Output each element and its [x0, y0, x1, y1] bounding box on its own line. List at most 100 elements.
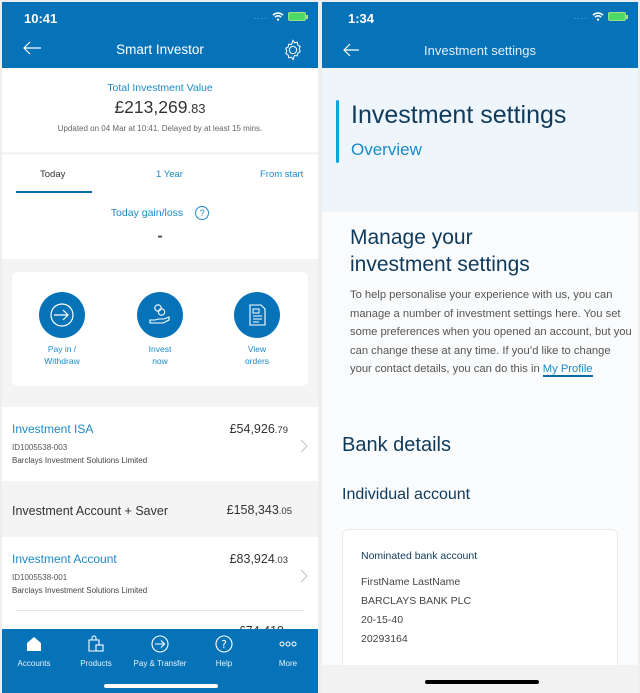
balance-pence: .79: [274, 425, 288, 436]
battery-charging-icon: [608, 12, 628, 21]
nominated-bank-card: Nominated bank account FirstName LastNam…: [342, 529, 618, 679]
chevron-right-icon: [300, 569, 308, 583]
hero-title: Investment settings: [351, 101, 567, 129]
arrow-circle-right-icon: [151, 635, 169, 653]
performance-panel: Today 1 Year From start Today gain/loss?…: [2, 155, 318, 259]
tab-from-start[interactable]: From start: [260, 169, 303, 180]
shopping-bag-icon: [88, 635, 104, 652]
balance-pounds: £54,926: [229, 422, 275, 436]
chevron-right-icon: [300, 439, 308, 453]
hero-banner: Investment settings Overview: [322, 68, 638, 212]
active-tab-indicator: [16, 191, 92, 193]
tabbar-label: Products: [80, 659, 112, 668]
updated-timestamp: Updated on 04 Mar at 10:41. Delayed by a…: [57, 124, 263, 133]
svg-text:?: ?: [221, 638, 227, 651]
group-balance: £158,343.05: [227, 503, 292, 517]
manage-heading: Manage your investment settings: [350, 224, 530, 278]
action-label-line2: orders: [244, 356, 270, 366]
balance-pounds: £158,343: [226, 503, 279, 517]
page-title: Smart Investor: [116, 42, 204, 57]
tabbar-label: Pay & Transfer: [133, 659, 187, 668]
top-bar: 1:34 .... Investment settings: [322, 2, 638, 68]
individual-account-heading: Individual account: [342, 486, 471, 503]
account-provider: Barclays Investment Solutions Limited: [12, 586, 148, 595]
period-tabs: Today 1 Year From start: [2, 155, 318, 195]
action-label-line2: now: [152, 356, 168, 366]
tab-today[interactable]: Today: [40, 169, 65, 180]
investment-settings-screen: 1:34 .... Investment settings Investment…: [322, 2, 638, 693]
tabbar-more[interactable]: More: [256, 634, 318, 668]
account-id: ID1005538-001: [12, 573, 68, 582]
status-icons: ....: [573, 12, 628, 21]
home-icon: [27, 637, 41, 651]
help-icon[interactable]: ?: [195, 206, 210, 220]
hand-coins-icon: [137, 292, 183, 338]
tabbar-label: More: [278, 659, 298, 668]
account-row-partial[interactable]: £74,419: [2, 611, 318, 638]
account-holder-name: FirstName LastName: [361, 576, 461, 588]
tabbar-label: Help: [215, 659, 233, 668]
account-row-investment-account[interactable]: Investment Account ID1005538-001 Barclay…: [2, 537, 318, 611]
invest-now-button[interactable]: Invest now: [125, 292, 195, 367]
card-heading: Nominated bank account: [361, 550, 478, 562]
action-label-line1: Invest: [148, 344, 172, 354]
balance-pence: .05: [278, 506, 292, 517]
view-orders-button[interactable]: View orders: [222, 292, 292, 367]
wifi-icon: [272, 12, 284, 21]
action-label-line1: View: [247, 344, 267, 354]
tabbar-help[interactable]: ? Help: [192, 634, 256, 668]
my-profile-link[interactable]: My Profile: [542, 363, 593, 378]
tabbar-label: Accounts: [17, 659, 51, 668]
gain-loss-label: Today gain/loss: [110, 206, 184, 219]
gain-loss-value: -: [157, 229, 163, 243]
account-balance: £54,926.79: [230, 422, 288, 436]
tab-1-year[interactable]: 1 Year: [156, 169, 183, 180]
total-value-pounds: £213,269: [114, 97, 188, 117]
balance-pence: .03: [274, 555, 288, 566]
signal-icon: ....: [253, 12, 268, 21]
manage-heading-line1: Manage your: [350, 226, 473, 249]
hero-subtitle: Overview: [351, 140, 422, 159]
account-name: Investment Account: [12, 552, 117, 566]
smart-investor-screen: 10:41 .... Smart Investor Total Investme…: [2, 2, 318, 693]
action-label-line2: Withdraw: [44, 356, 80, 366]
tabbar-products[interactable]: Products: [64, 634, 128, 668]
signal-icon: ....: [573, 12, 588, 21]
balance-pounds: £83,924: [229, 552, 275, 566]
pay-in-withdraw-button[interactable]: Pay in / Withdraw: [27, 292, 97, 367]
help-circle-icon: ?: [215, 635, 233, 653]
manage-description: To help personalise your experience with…: [350, 286, 634, 379]
account-name: Investment ISA: [12, 422, 94, 436]
home-indicator[interactable]: [425, 680, 539, 684]
top-bar: 10:41 .... Smart Investor: [2, 2, 318, 68]
manage-heading-line2: investment settings: [350, 253, 530, 276]
accent-bar: [336, 100, 339, 163]
home-indicator[interactable]: [104, 684, 218, 688]
bank-name: BARCLAYS BANK PLC: [361, 595, 472, 607]
wifi-icon: [592, 12, 604, 21]
tabbar-accounts[interactable]: Accounts: [2, 634, 66, 668]
group-name: Investment Account + Saver: [12, 504, 168, 518]
account-row-investment-isa[interactable]: Investment ISA ID1005538-003 Barclays In…: [2, 407, 318, 481]
page-title: Investment settings: [424, 43, 536, 58]
account-number: 20293164: [361, 633, 408, 645]
arrow-circle-right-icon: [39, 292, 85, 338]
total-value-summary: Total Investment Value £213,269.83 Updat…: [2, 68, 318, 152]
account-balance: £83,924.03: [230, 552, 288, 566]
action-label-line1: Pay in /: [47, 344, 77, 354]
status-time: 10:41: [24, 11, 58, 26]
gear-icon[interactable]: [282, 39, 304, 61]
account-provider: Barclays Investment Solutions Limited: [12, 456, 148, 465]
battery-charging-icon: [288, 12, 308, 21]
document-icon: [234, 292, 280, 338]
bank-details-heading: Bank details: [342, 434, 451, 456]
total-value: £213,269.83: [2, 97, 318, 118]
sort-code: 20-15-40: [361, 614, 404, 626]
gain-loss-row: Today gain/loss?: [2, 206, 318, 220]
quick-actions-card: Pay in / Withdraw Invest now View orders: [12, 272, 308, 386]
tabbar-pay-transfer[interactable]: Pay & Transfer: [128, 634, 192, 668]
more-dots-icon: [279, 641, 297, 647]
bottom-safe-area: [322, 665, 638, 693]
total-value-label: Total Investment Value: [107, 82, 213, 94]
account-group-investment-saver: Investment Account + Saver £158,343.05: [2, 487, 318, 537]
